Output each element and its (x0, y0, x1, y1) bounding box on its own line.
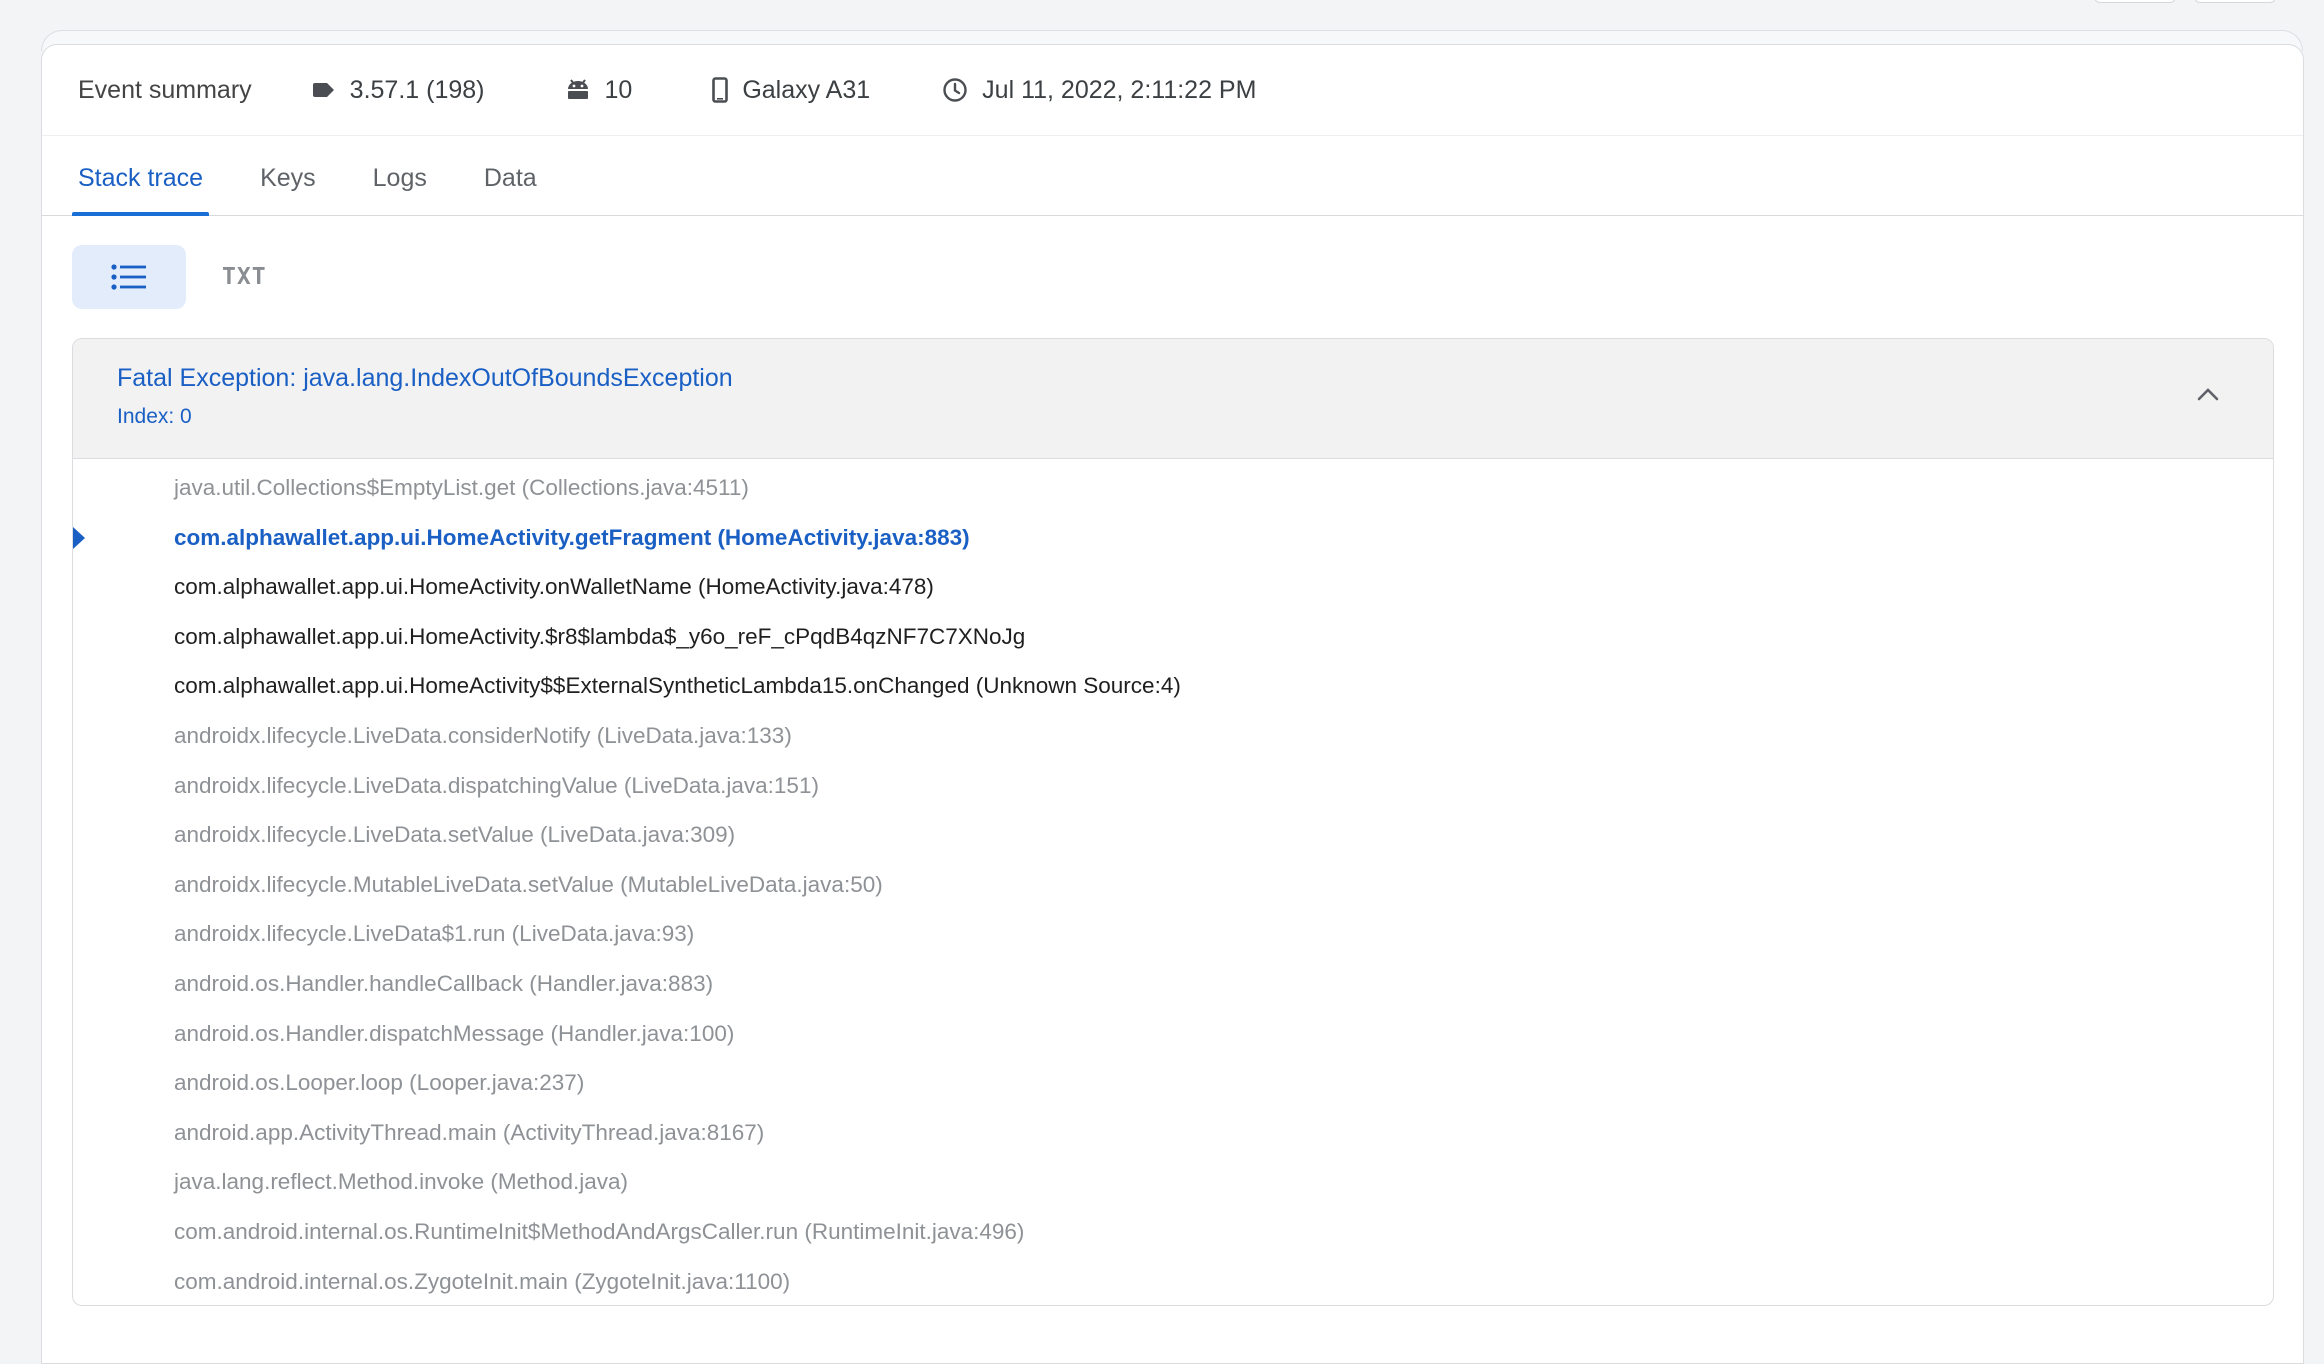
list-view-button[interactable] (72, 245, 186, 309)
stack-frame[interactable]: android.app.ActivityThread.main (Activit… (73, 1108, 2273, 1158)
stack-frame[interactable]: com.android.internal.os.ZygoteInit.main … (73, 1257, 2273, 1306)
top-button-right[interactable] (2194, 0, 2276, 3)
device-model-text: Galaxy A31 (742, 75, 871, 104)
event-timestamp-text: Jul 11, 2022, 2:11:22 PM (982, 75, 1257, 104)
exception-panel: Fatal Exception: java.lang.IndexOutOfBou… (72, 338, 2274, 1306)
android-icon (567, 79, 588, 99)
android-version: 10 (565, 75, 633, 105)
stack-frame[interactable]: androidx.lifecycle.MutableLiveData.setVa… (73, 860, 2273, 910)
stack-frame[interactable]: androidx.lifecycle.LiveData.setValue (Li… (73, 810, 2273, 860)
event-card: Event summary 3.57.1 (198) 10 Galaxy A31… (41, 44, 2304, 1364)
tab-data[interactable]: Data (478, 164, 543, 215)
stack-frame-crash-text: com.alphawallet.app.ui.HomeActivity.getF… (174, 524, 970, 550)
tab-stack-trace[interactable]: Stack trace (72, 164, 210, 216)
phone-icon (712, 77, 729, 103)
crash-marker-icon (73, 526, 85, 549)
tab-keys[interactable]: Keys (254, 164, 322, 215)
app-version-text: 3.57.1 (198) (349, 75, 485, 104)
tab-logs[interactable]: Logs (367, 164, 433, 215)
stack-frame[interactable]: java.util.Collections$EmptyList.get (Col… (73, 463, 2273, 513)
collapse-button[interactable] (2197, 387, 2219, 406)
stack-frame[interactable]: com.android.internal.os.RuntimeInit$Meth… (73, 1207, 2273, 1257)
event-summary-bar: Event summary 3.57.1 (198) 10 Galaxy A31… (42, 45, 2303, 136)
exception-title: Fatal Exception: java.lang.IndexOutOfBou… (117, 364, 733, 392)
list-icon (111, 264, 146, 290)
chevron-up-icon (2197, 388, 2219, 401)
stack-frame[interactable]: android.os.Handler.dispatchMessage (Hand… (73, 1009, 2273, 1059)
stack-frames-list: java.util.Collections$EmptyList.get (Col… (73, 459, 2273, 1306)
stack-frame[interactable]: com.alphawallet.app.ui.HomeActivity.onWa… (73, 562, 2273, 612)
exception-message: Index: 0 (117, 405, 192, 428)
stack-frame-crash[interactable]: com.alphawallet.app.ui.HomeActivity.getF… (73, 513, 2273, 563)
stack-frame[interactable]: java.lang.reflect.Method.invoke (Method.… (73, 1157, 2273, 1207)
top-button-left[interactable] (2094, 0, 2176, 3)
exception-header[interactable]: Fatal Exception: java.lang.IndexOutOfBou… (73, 339, 2273, 459)
stack-frame[interactable]: androidx.lifecycle.LiveData.considerNoti… (73, 711, 2273, 761)
stack-frame[interactable]: android.os.Looper.loop (Looper.java:237) (73, 1058, 2273, 1108)
tag-icon (312, 83, 334, 97)
top-action-buttons (2094, 0, 2276, 3)
stack-frame[interactable]: com.alphawallet.app.ui.HomeActivity$$Ext… (73, 661, 2273, 711)
view-toggle: TXT (72, 245, 267, 309)
txt-view-button[interactable]: TXT (222, 264, 267, 290)
stack-frame[interactable]: android.os.Handler.handleCallback (Handl… (73, 959, 2273, 1009)
android-version-text: 10 (604, 75, 633, 104)
device-model: Galaxy A31 (712, 76, 870, 105)
app-version: 3.57.1 (198) (312, 76, 485, 105)
stack-frame[interactable]: com.alphawallet.app.ui.HomeActivity.$r8$… (73, 612, 2273, 662)
stack-frame[interactable]: androidx.lifecycle.LiveData.dispatchingV… (73, 761, 2273, 811)
stack-frame[interactable]: androidx.lifecycle.LiveData$1.run (LiveD… (73, 909, 2273, 959)
detail-tabs: Stack trace Keys Logs Data (42, 136, 2303, 216)
event-summary-title: Event summary (78, 75, 252, 104)
event-timestamp: Jul 11, 2022, 2:11:22 PM (942, 76, 1256, 105)
clock-icon (943, 78, 967, 102)
